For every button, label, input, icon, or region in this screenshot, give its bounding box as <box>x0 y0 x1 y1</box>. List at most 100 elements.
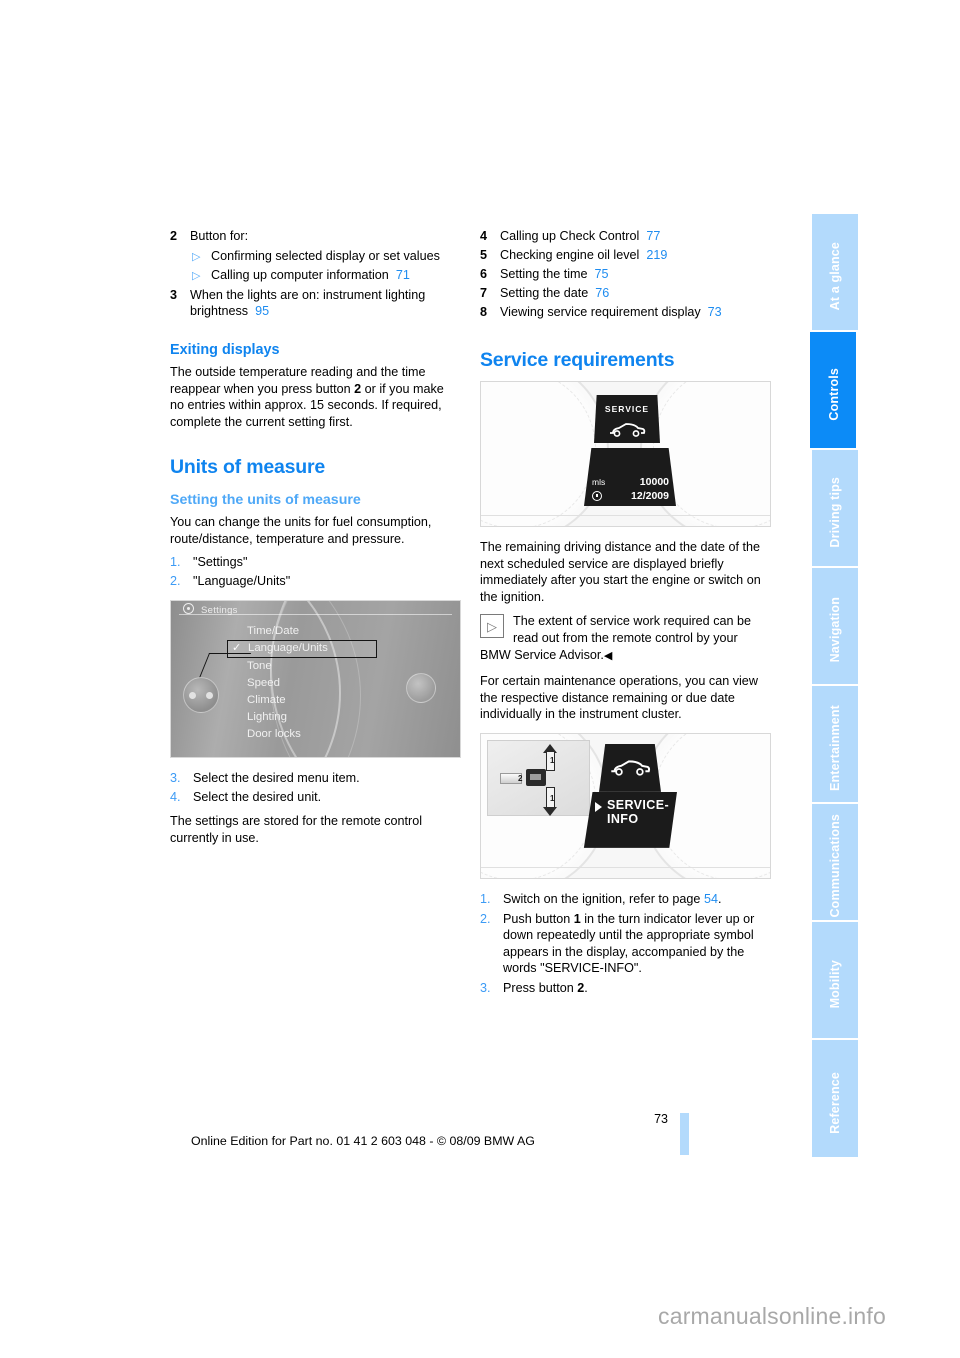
key-legend-list-right: 4 Calling up Check Control 77 5 Checking e… <box>480 228 771 321</box>
note-text: The extent of service work required can … <box>480 614 752 662</box>
page-reference[interactable]: 54 <box>704 892 718 906</box>
step-item: 2. Push button 1 in the turn indicator le… <box>480 911 771 977</box>
gear-icon <box>183 602 194 614</box>
lever-button-head <box>526 768 546 786</box>
key-legend-item: 3 When the lights are on: instrument ligh… <box>170 287 461 320</box>
figure-service-requirement-display: SERVICE mls 10000 12/2009 <box>480 380 771 527</box>
tab-at-a-glance[interactable]: At a glance <box>812 214 858 332</box>
paragraph-service-maintenance: For certain maintenance operations, you … <box>480 674 758 722</box>
idrive-menu-list: Time/Date ✓ Language/Units Tone Speed Cli… <box>227 623 381 743</box>
idrive-menu-item-door-locks[interactable]: Door locks <box>241 726 381 743</box>
page-reference[interactable]: 95 <box>255 304 269 318</box>
key-text: Checking engine oil level <box>500 248 640 263</box>
key-number: 5 <box>480 248 488 263</box>
idrive-menu-item-label: Language/Units <box>248 641 328 654</box>
heading-setting-units: Setting the units of measure <box>170 492 361 509</box>
tab-navigation[interactable]: Navigation <box>812 568 858 686</box>
service-car-badge <box>599 743 661 792</box>
key-text: When the lights are on: instrument light… <box>190 287 426 319</box>
tab-label: Entertainment <box>827 705 842 791</box>
tab-reference[interactable]: Reference <box>812 1040 858 1157</box>
idrive-menu-item-lighting[interactable]: Lighting <box>241 709 381 726</box>
turn-indicator-lever-inset: 1 1 2 <box>487 739 590 816</box>
key-number: 7 <box>480 286 488 301</box>
edition-line: Online Edition for Part no. 01 41 2 603 … <box>191 1134 535 1148</box>
idrive-menu-item-speed[interactable]: Speed <box>241 675 381 692</box>
step-number: 1. <box>170 554 181 569</box>
page-reference[interactable]: 73 <box>708 305 722 319</box>
step-text: Switch on the ignition, refer to page <box>503 891 704 906</box>
steps-list-units-b: 3. Select the desired menu item. 4. Select… <box>170 770 461 806</box>
page-reference[interactable]: 75 <box>595 267 609 281</box>
tab-mobility[interactable]: Mobility <box>812 922 858 1040</box>
car-icon <box>610 422 646 437</box>
step-text: Select the desired menu item. <box>193 770 360 785</box>
arrow-down-icon <box>543 806 557 816</box>
footer-blue-marker <box>680 1113 689 1155</box>
paragraph-service-intro: The remaining driving distance and the d… <box>480 539 761 604</box>
steps-list-service-info: 1. Switch on the ignition, refer to page … <box>480 891 771 997</box>
page-reference[interactable]: 76 <box>595 286 609 300</box>
heading-service-requirements: Service requirements <box>480 348 675 371</box>
key-number: 8 <box>480 305 488 320</box>
step-text-end: . <box>717 891 722 906</box>
step-text: Push button <box>503 911 574 926</box>
key-sub-text: Confirming selected display or set value… <box>211 248 440 263</box>
key-sub-item: ▷ Confirming selected display or set valu… <box>190 248 461 265</box>
section-tab-rail: At a glance Controls Driving tips Naviga… <box>810 214 858 1159</box>
step-item: 3. Press button 2. <box>480 980 771 997</box>
service-info-line-2: INFO <box>607 811 639 826</box>
step-bold-ref: 1 <box>573 911 581 926</box>
tab-controls[interactable]: Controls <box>810 332 856 450</box>
figure-idrive-settings-screen: Settings Time/Date ✓ Language/Units Tone … <box>170 599 461 758</box>
tab-communications[interactable]: Communications <box>812 804 858 922</box>
play-triangle-icon <box>595 801 602 812</box>
key-text: Viewing service requirement display <box>500 305 701 320</box>
step-text-end: . <box>584 980 588 995</box>
key-legend-item: 2 Button for: ▷ Confirming selected displa… <box>170 228 461 284</box>
page-reference[interactable]: 71 <box>396 268 410 282</box>
step-number: 2. <box>480 911 491 926</box>
steps-list-units-a: 1. "Settings" 2. "Language/Units" <box>170 554 461 590</box>
heading-exiting-displays: Exiting displays <box>170 341 280 358</box>
clock-icon <box>592 491 602 502</box>
key-legend-item: 7 Setting the date 76 <box>480 285 771 302</box>
date-value: 12/2009 <box>631 489 669 502</box>
step-text: "Settings" <box>193 554 248 569</box>
step-number: 3. <box>170 770 181 785</box>
step-number: 3. <box>480 980 491 995</box>
paragraph-units-intro: You can change the units for fuel consum… <box>170 515 432 546</box>
step-number: 2. <box>170 574 181 589</box>
key-sub-item: ▷ Calling up computer information 71 <box>190 267 461 284</box>
date-row: 12/2009 <box>592 488 669 505</box>
page-reference[interactable]: 77 <box>646 229 660 243</box>
site-watermark: carmanualsonline.info <box>658 1303 886 1329</box>
key-text: Button for: <box>190 229 249 243</box>
service-badge-label: SERVICE <box>604 403 650 414</box>
idrive-menu-item-climate[interactable]: Climate <box>241 692 381 709</box>
service-data-box: mls 10000 12/2009 <box>584 447 676 506</box>
manual-page: At a glance Controls Driving tips Naviga… <box>0 0 960 1358</box>
key-sub-text: Calling up computer information <box>211 268 389 283</box>
key-number: 3 <box>170 287 178 302</box>
page-reference[interactable]: 219 <box>646 248 667 262</box>
right-content-column: 4 Calling up Check Control 77 5 Checking e… <box>480 228 771 999</box>
callout-number-1-down: 1 <box>550 793 555 803</box>
triangle-bullet-icon: ▷ <box>192 270 201 283</box>
divider <box>481 514 770 516</box>
callout-number-2-press: 2 <box>518 773 523 783</box>
idrive-menu-item-time-date[interactable]: Time/Date <box>241 623 381 640</box>
tab-label: Mobility <box>827 959 842 1009</box>
triangle-bullet-icon: ▷ <box>192 250 201 263</box>
triangle-note-icon: ▷ <box>480 614 504 639</box>
step-item: 1. "Settings" <box>170 554 461 571</box>
tab-label: Driving tips <box>827 476 842 548</box>
key-sub-list: ▷ Confirming selected display or set valu… <box>190 248 461 284</box>
key-text: Setting the date <box>500 286 589 301</box>
tab-entertainment[interactable]: Entertainment <box>812 686 858 804</box>
left-content-column: 2 Button for: ▷ Confirming selected displa… <box>170 228 461 854</box>
idrive-menu-item-tone[interactable]: Tone <box>241 658 381 675</box>
key-text: Calling up Check Control <box>500 229 640 243</box>
tab-label: Communications <box>827 814 842 918</box>
tab-driving-tips[interactable]: Driving tips <box>812 450 858 568</box>
